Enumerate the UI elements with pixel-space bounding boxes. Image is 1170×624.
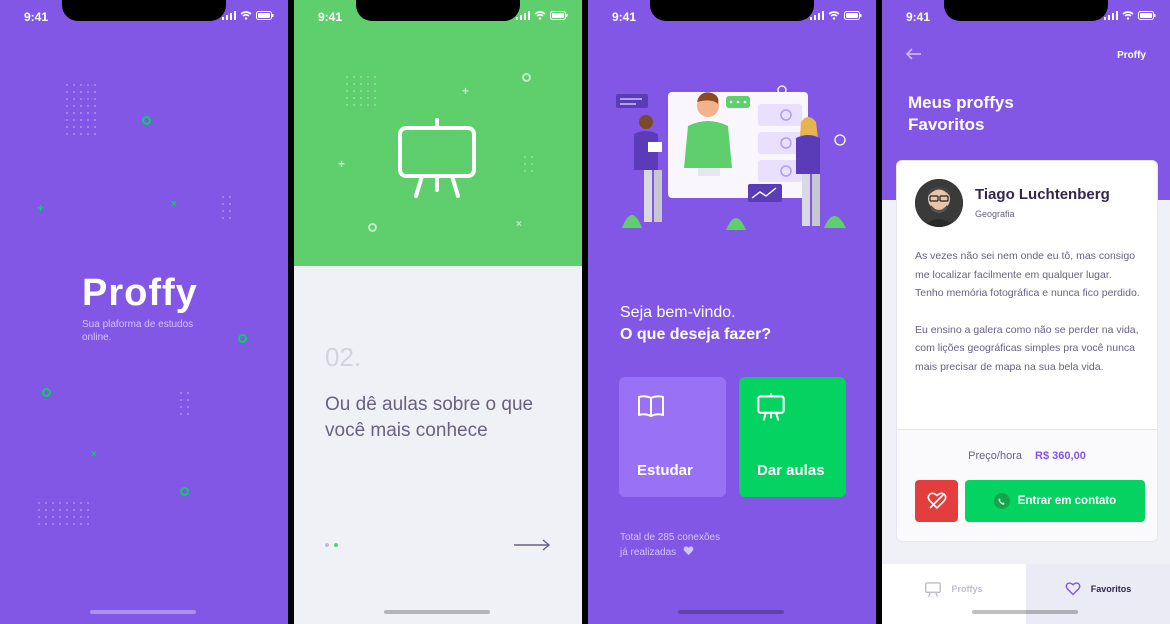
home-indicator	[90, 610, 196, 614]
screen-onboarding: + + × 9:41 02. Ou dê aulas sobre o que v…	[294, 0, 582, 624]
next-arrow-icon[interactable]	[513, 538, 551, 552]
decor-plus: +	[462, 84, 470, 98]
tab-bar: Proffys Favoritos	[882, 564, 1170, 624]
page-title: Meus proffys Favoritos	[908, 93, 1014, 134]
battery-icon	[256, 11, 274, 20]
landing-illustration	[616, 85, 846, 230]
status-time: 9:41	[318, 10, 343, 24]
total-line-2-text: já realizadas	[620, 547, 677, 558]
tab-proffys[interactable]: Proffys	[882, 564, 1026, 624]
decor-dots	[222, 196, 231, 219]
total-connections: Total de 285 conexões já realizadas	[620, 530, 720, 560]
status-time: 9:41	[906, 10, 931, 24]
decor-circle	[180, 487, 189, 496]
unfavorite-button[interactable]	[915, 480, 958, 522]
teacher-card: Tiago Luchtenberg Geografia As vezes não…	[896, 160, 1158, 542]
decor-circle	[42, 388, 51, 397]
onboarding-text: Ou dê aulas sobre o que você mais conhec…	[325, 394, 534, 441]
wifi-icon	[1122, 11, 1134, 20]
teach-button[interactable]: Dar aulas	[739, 377, 846, 497]
screen-landing: 9:41 Seja bem-vindo. O que deseja fazer?…	[588, 0, 876, 624]
step-number: 02.	[325, 342, 362, 372]
status-icons	[222, 11, 274, 20]
battery-icon	[1138, 11, 1156, 20]
decor-plus: +	[37, 201, 45, 215]
status-icons	[1104, 11, 1156, 20]
status-time: 9:41	[612, 10, 637, 24]
decor-dots	[38, 502, 89, 525]
home-indicator	[972, 610, 1078, 614]
welcome-text: Seja bem-vindo. O que deseja fazer?	[620, 302, 771, 346]
decor-dots	[346, 76, 376, 106]
contact-button[interactable]: Entrar em contato	[965, 480, 1145, 522]
heart-icon	[1065, 582, 1081, 596]
decor-x: ×	[516, 219, 522, 230]
screen-splash: 9:41 + × × Proffy Sua plaforma de estudo…	[0, 0, 288, 624]
welcome-question: O que deseja fazer?	[620, 326, 772, 343]
teacher-subject: Geografia	[975, 209, 1015, 219]
easel-icon	[398, 118, 476, 198]
app-logo: Proffy	[82, 272, 198, 314]
wifi-icon	[534, 11, 546, 20]
whatsapp-icon	[993, 493, 1010, 509]
easel-icon	[925, 582, 942, 597]
heart-outline-icon	[927, 492, 946, 510]
page-indicator	[325, 543, 338, 547]
page-dot-active	[334, 543, 338, 547]
easel-icon	[757, 392, 785, 421]
wifi-icon	[828, 11, 840, 20]
decor-x: ×	[91, 449, 97, 460]
tab-label: Favoritos	[1090, 584, 1132, 594]
status-icons	[516, 11, 568, 20]
contact-button-label: Entrar em contato	[1017, 495, 1117, 507]
decor-dots	[66, 84, 96, 135]
decor-circle	[142, 116, 151, 125]
teach-button-label: Dar aulas	[757, 462, 825, 479]
decor-circle	[368, 223, 377, 232]
tab-label: Proffys	[951, 584, 983, 594]
status-time: 9:41	[24, 10, 49, 24]
brand-logo: Proffy	[1117, 50, 1146, 61]
study-button-label: Estudar	[637, 462, 693, 479]
notch	[944, 0, 1108, 21]
study-button[interactable]: Estudar	[619, 377, 726, 497]
onboarding-hero: + + ×	[294, 0, 582, 266]
book-icon	[638, 395, 664, 417]
card-footer: Preço/hora R$ 360,00 Entrar em contato	[897, 429, 1157, 541]
heart-icon	[683, 546, 694, 556]
teacher-bio-paragraph: As vezes não sei nem onde eu tô, mas con…	[915, 250, 1140, 300]
screen-favorites: Proffy Meus proffys Favoritos 9:41 Tiago…	[882, 0, 1170, 624]
decor-dots	[180, 392, 189, 415]
back-arrow-icon[interactable]	[906, 48, 922, 60]
home-indicator	[384, 610, 490, 614]
total-line-1: Total de 285 conexões	[620, 532, 721, 543]
decor-circle	[522, 73, 531, 82]
battery-icon	[844, 11, 862, 20]
decor-plus: +	[338, 157, 346, 171]
teacher-bio: As vezes não sei nem onde eu tô, mas con…	[915, 247, 1140, 377]
decor-x: ×	[171, 199, 177, 210]
wifi-icon	[240, 11, 252, 20]
page-dot	[325, 543, 329, 547]
decor-dots	[524, 156, 533, 172]
teacher-name: Tiago Luchtenberg	[975, 186, 1110, 203]
notch	[650, 0, 814, 21]
battery-icon	[550, 11, 568, 20]
decor-circle	[238, 334, 247, 343]
total-line-2: já realizadas	[620, 545, 720, 560]
teacher-bio-paragraph: Eu ensino a galera como não se perder na…	[915, 323, 1139, 373]
avatar	[915, 179, 963, 227]
notch	[356, 0, 520, 21]
app-tagline: Sua plaforma de estudos online.	[82, 319, 194, 343]
price-label: Preço/hora	[968, 450, 1022, 462]
price-row: Preço/hora R$ 360,00	[897, 450, 1157, 462]
notch	[62, 0, 226, 21]
welcome-line: Seja bem-vindo.	[620, 304, 736, 321]
status-icons	[810, 11, 862, 20]
tab-favoritos[interactable]: Favoritos	[1026, 564, 1170, 624]
price-value: R$ 360,00	[1035, 450, 1086, 462]
home-indicator	[678, 610, 784, 614]
